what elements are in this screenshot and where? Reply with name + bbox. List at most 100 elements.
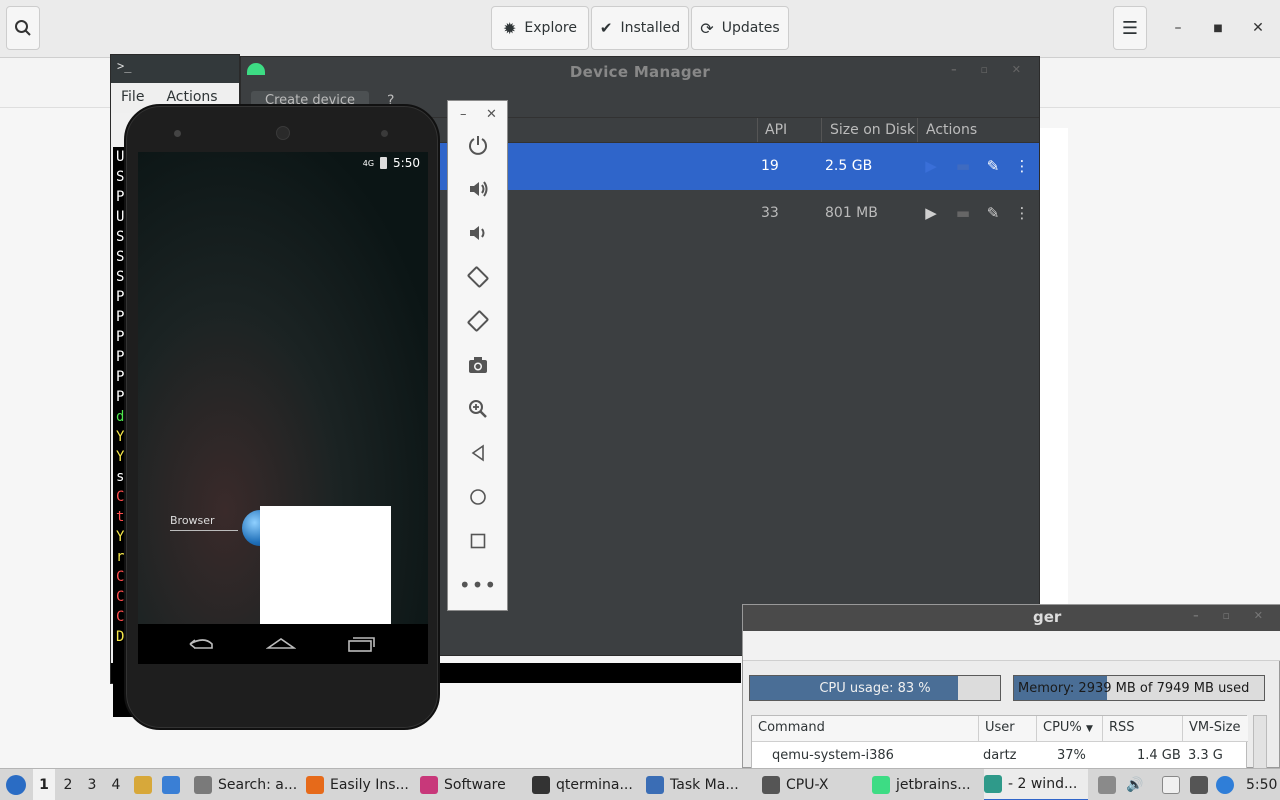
emulator-minimize-button[interactable]: – bbox=[460, 107, 467, 122]
taskbar-task-label: qtermina... bbox=[556, 777, 633, 793]
tray-volume[interactable]: 🔊 bbox=[1126, 769, 1146, 800]
show-desktop-launcher[interactable] bbox=[162, 769, 184, 800]
tab-explore[interactable]: ✹ Explore bbox=[491, 6, 589, 50]
column-rss[interactable]: RSS bbox=[1103, 716, 1183, 742]
minimize-icon: – bbox=[1174, 20, 1182, 36]
browser-label: Browser bbox=[170, 514, 215, 527]
volume-up-button[interactable] bbox=[463, 174, 493, 204]
phone-screen[interactable]: 4G 5:50 Browser bbox=[138, 152, 428, 664]
emulator-close-button[interactable]: ✕ bbox=[486, 107, 497, 122]
tray-network[interactable] bbox=[1190, 769, 1210, 800]
column-api[interactable]: API bbox=[765, 122, 787, 138]
app-icon bbox=[762, 776, 780, 794]
column-vm-size[interactable]: VM-Size bbox=[1183, 716, 1248, 742]
home-icon bbox=[470, 489, 486, 505]
process-command[interactable]: qemu-system-i386 bbox=[772, 748, 894, 763]
folder-icon: ▬ bbox=[955, 157, 971, 175]
more-button[interactable]: ⋮ bbox=[1011, 202, 1033, 224]
column-actions[interactable]: Actions bbox=[926, 122, 977, 138]
column-divider bbox=[821, 118, 822, 142]
clock[interactable]: 5:50 bbox=[1246, 769, 1278, 800]
zoom-button[interactable] bbox=[463, 394, 493, 424]
qterminal-titlebar[interactable]: >_ bbox=[111, 55, 239, 83]
power-button[interactable] bbox=[463, 130, 493, 160]
nav-recents-icon[interactable] bbox=[346, 634, 376, 654]
start-menu-button[interactable] bbox=[4, 769, 28, 800]
column-divider bbox=[757, 118, 758, 142]
taskbar-task-button[interactable]: Task Ma... bbox=[646, 769, 754, 800]
launch-button[interactable]: ▶ bbox=[920, 202, 942, 224]
search-button[interactable] bbox=[6, 6, 40, 50]
column-command[interactable]: Command bbox=[752, 716, 979, 742]
nav-back-icon[interactable] bbox=[186, 634, 216, 654]
screenshot-button[interactable] bbox=[463, 350, 493, 380]
tray-updates[interactable] bbox=[1098, 769, 1118, 800]
more-options-button[interactable]: ••• bbox=[459, 570, 496, 600]
taskbar-task-button[interactable]: qtermina... bbox=[532, 769, 644, 800]
maximize-button[interactable]: ■ bbox=[1206, 16, 1230, 40]
workspace-3[interactable]: 3 bbox=[81, 769, 103, 800]
tray-clipboard[interactable] bbox=[1162, 769, 1182, 800]
rotate-left-button[interactable] bbox=[463, 262, 493, 292]
clipboard-icon bbox=[1162, 776, 1180, 794]
column-cpu[interactable]: CPU% ▼ bbox=[1037, 716, 1103, 742]
workspace-1[interactable]: 1 bbox=[33, 769, 55, 800]
column-user[interactable]: User bbox=[979, 716, 1037, 742]
minimize-button[interactable]: – bbox=[1166, 16, 1190, 40]
process-user: dartz bbox=[983, 748, 1017, 763]
start-menu-icon bbox=[6, 775, 26, 795]
app-icon bbox=[306, 776, 324, 794]
edit-button[interactable]: ✎ bbox=[982, 155, 1004, 177]
tray-notifications[interactable] bbox=[1216, 769, 1236, 800]
process-table-scrollbar[interactable] bbox=[1253, 715, 1267, 769]
tab-updates[interactable]: ⟳ Updates bbox=[691, 6, 789, 50]
camera-icon bbox=[469, 357, 487, 373]
main-menu-button[interactable]: ☰ bbox=[1113, 6, 1147, 50]
back-button[interactable] bbox=[463, 438, 493, 468]
taskbar-task-button[interactable]: Search: a... bbox=[194, 769, 298, 800]
edit-button[interactable]: ✎ bbox=[982, 202, 1004, 224]
menu-file[interactable]: File bbox=[121, 89, 144, 107]
folder-icon: ▬ bbox=[955, 204, 971, 222]
sensor bbox=[381, 130, 388, 137]
emulator-phone: 4G 5:50 Browser bbox=[124, 104, 440, 730]
nav-home-icon[interactable] bbox=[266, 634, 296, 654]
tab-installed[interactable]: ✔ Installed bbox=[591, 6, 689, 50]
app-icon bbox=[532, 776, 550, 794]
rotate-left-icon bbox=[467, 266, 489, 288]
more-vertical-icon: ⋮ bbox=[1014, 204, 1030, 222]
column-size[interactable]: Size on Disk bbox=[830, 122, 915, 138]
taskbar-task-button[interactable]: Software bbox=[420, 769, 524, 800]
home-button[interactable] bbox=[463, 482, 493, 512]
more-button[interactable]: ⋮ bbox=[1011, 155, 1033, 177]
power-icon bbox=[469, 136, 487, 155]
more-vertical-icon: ⋮ bbox=[1014, 157, 1030, 175]
device-manager-titlebar[interactable]: Device Manager – ▫ ✕ bbox=[241, 57, 1039, 87]
rotate-right-button[interactable] bbox=[463, 306, 493, 336]
launch-button[interactable]: ▶ bbox=[920, 155, 942, 177]
taskbar-task-label: Easily Ins... bbox=[330, 777, 409, 793]
taskbar-task-label: Search: a... bbox=[218, 777, 298, 793]
folder-button[interactable]: ▬ bbox=[952, 202, 974, 224]
taskbar-task-button[interactable]: jetbrains... bbox=[872, 769, 982, 800]
rotate-right-icon bbox=[467, 310, 489, 332]
zoom-icon bbox=[469, 400, 487, 418]
tab-explore-label: Explore bbox=[524, 20, 577, 36]
taskbar-task-button[interactable]: Easily Ins... bbox=[306, 769, 418, 800]
more-icon: ••• bbox=[458, 573, 498, 597]
volume-down-button[interactable] bbox=[463, 218, 493, 248]
file-manager-launcher[interactable] bbox=[134, 769, 154, 800]
folder-button[interactable]: ▬ bbox=[952, 155, 974, 177]
maximize-icon: ■ bbox=[1213, 22, 1223, 34]
compass-icon: ✹ bbox=[503, 18, 517, 38]
pencil-icon: ✎ bbox=[986, 157, 1000, 175]
workspace-2[interactable]: 2 bbox=[57, 769, 79, 800]
overview-button[interactable] bbox=[463, 526, 493, 556]
close-button[interactable]: ✕ bbox=[1246, 16, 1270, 40]
taskbar-task-button[interactable]: CPU-X bbox=[762, 769, 870, 800]
app-widget[interactable] bbox=[260, 506, 391, 624]
workspace-4[interactable]: 4 bbox=[105, 769, 127, 800]
task-manager-titlebar[interactable]: ger – ▫ ✕ bbox=[743, 605, 1280, 631]
taskbar-task-button[interactable]: - 2 wind... bbox=[984, 769, 1088, 800]
speaker-icon: 🔊 bbox=[1126, 777, 1144, 793]
